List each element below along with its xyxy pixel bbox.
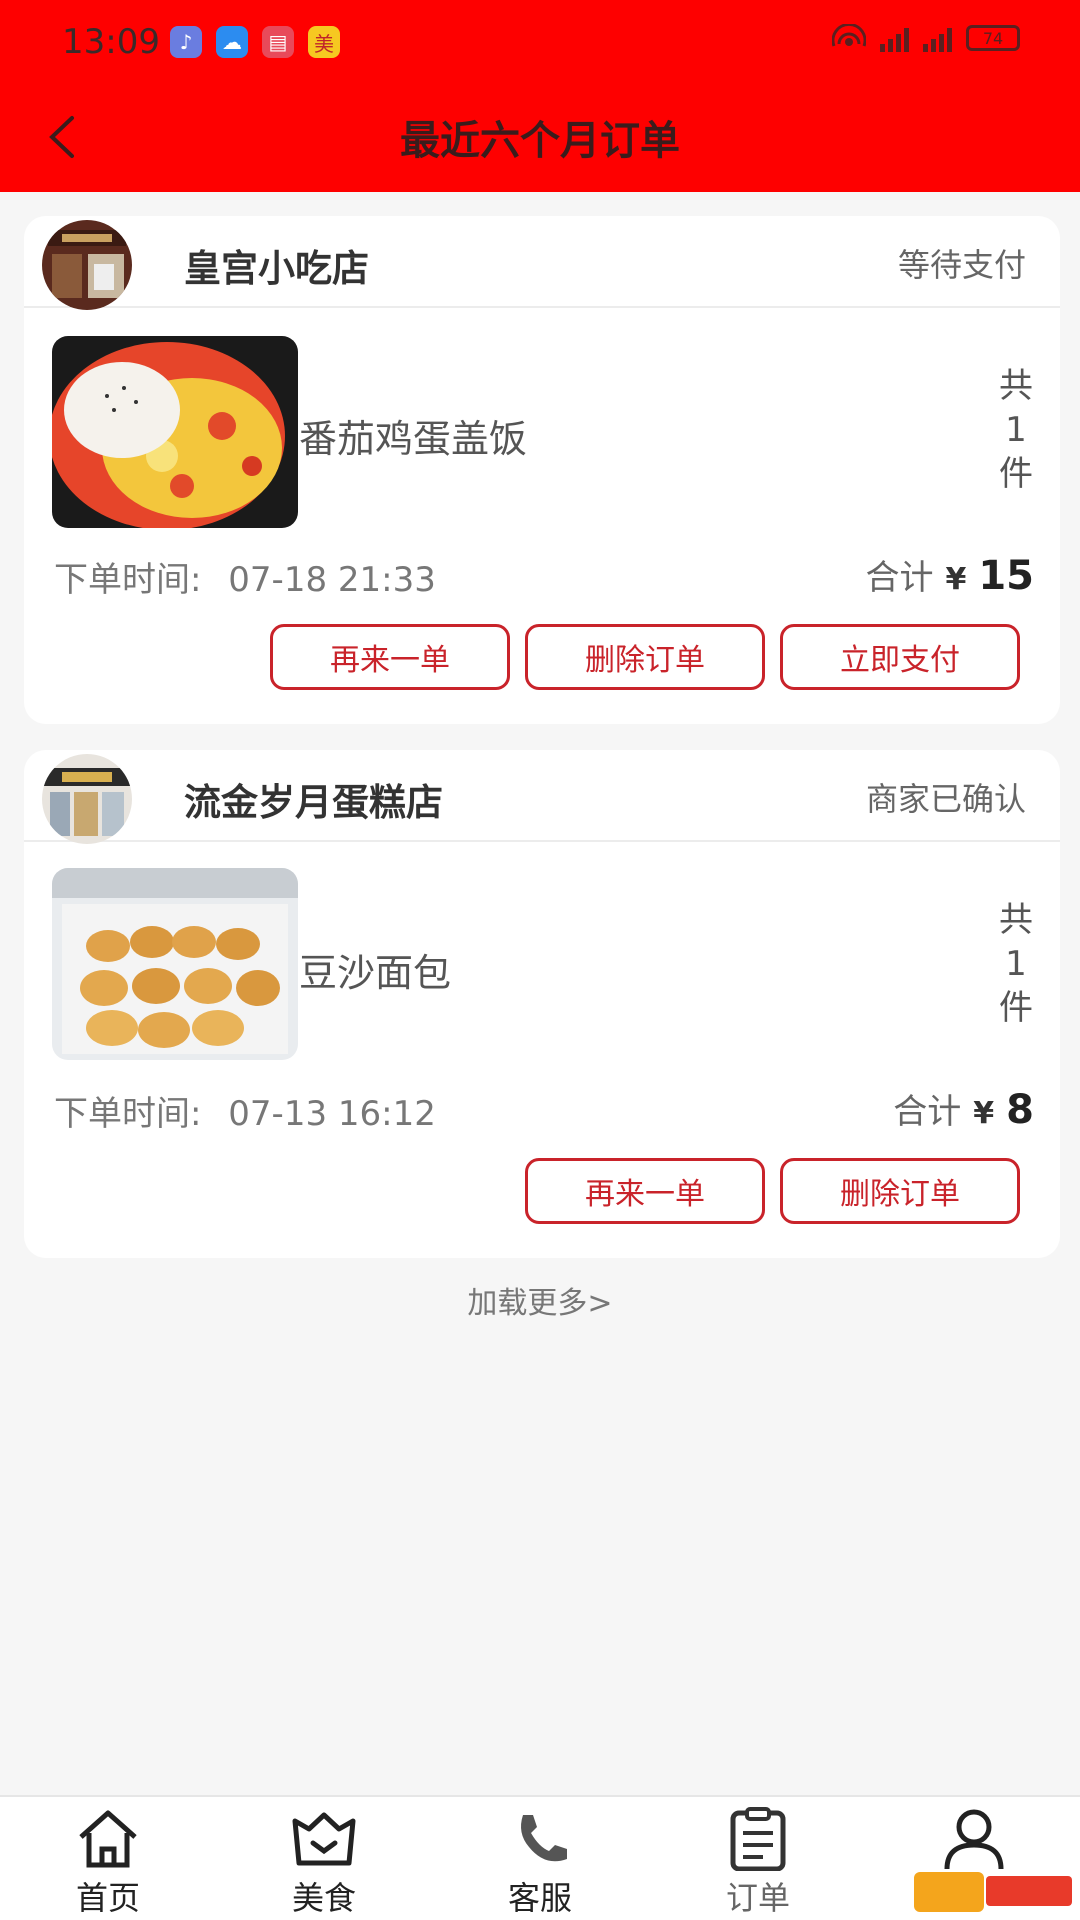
total-amount: 15 <box>978 553 1034 599</box>
order-time-value: 07-13 16:12 <box>228 1094 436 1134</box>
order-status: 商家已确认 <box>865 780 1026 818</box>
item-count-prefix: 共 <box>999 366 1033 406</box>
total-amount: 8 <box>1006 1087 1034 1133</box>
status-indicators: 74 <box>832 24 1020 52</box>
signal-1-icon <box>880 24 909 52</box>
delete-order-button[interactable]: 删除订单 <box>780 1158 1020 1224</box>
item-count: 共 1 件 <box>994 364 1038 496</box>
item-count-number: 1 <box>1005 410 1027 450</box>
reorder-button[interactable]: 再来一单 <box>270 624 510 690</box>
order-time: 下单时间: 07-13 16:12 <box>54 1086 436 1135</box>
order-card-header: 皇宫小吃店 等待支付 <box>24 216 1060 310</box>
signal-2-icon <box>923 24 952 52</box>
nav-home-label: 首页 <box>75 1879 140 1917</box>
item-image <box>52 868 298 1060</box>
nav-food[interactable]: 美食 <box>254 1807 394 1917</box>
page-title: 最近六个月订单 <box>400 118 680 164</box>
nav-home[interactable]: 首页 <box>38 1807 178 1917</box>
food-icon <box>292 1812 356 1866</box>
item-count-prefix: 共 <box>999 900 1033 940</box>
nav-food-label: 美食 <box>291 1879 356 1917</box>
watermark-logo <box>914 1872 1072 1912</box>
status-app-icons: ♪ ☁ ▤ 美 <box>170 26 340 58</box>
order-total: 合计 ¥ 15 <box>865 550 1034 599</box>
order-icon <box>730 1807 786 1871</box>
order-total: 合计 ¥ 8 <box>893 1084 1034 1133</box>
music-app-icon: ♪ <box>170 26 202 58</box>
nav-orders[interactable]: 订单 <box>688 1807 828 1917</box>
reorder-button[interactable]: 再来一单 <box>525 1158 765 1224</box>
user-icon <box>944 1809 1004 1870</box>
shop-avatar <box>42 754 132 844</box>
item-count-unit: 件 <box>999 988 1033 1028</box>
status-bar: 13:09 ♪ ☁ ▤ 美 74 <box>0 0 1080 84</box>
nav-service[interactable]: 客服 <box>470 1807 610 1917</box>
app-header: 13:09 ♪ ☁ ▤ 美 74 最近六个月订单 <box>0 0 1080 192</box>
item-count: 共 1 件 <box>994 898 1038 1030</box>
currency-symbol: ¥ <box>945 562 967 597</box>
weather-app-icon: ☁ <box>216 26 248 58</box>
item-name: 豆沙面包 <box>299 951 452 995</box>
load-more-link[interactable]: 加载更多> <box>0 1278 1080 1322</box>
bottom-nav: 首页 美食 客服 订单 <box>0 1795 1080 1920</box>
meituan-app-icon: 美 <box>308 26 340 58</box>
total-label: 合计 <box>865 558 934 598</box>
item-image <box>52 336 298 528</box>
nav-service-label: 客服 <box>507 1879 572 1917</box>
order-time-label: 下单时间: <box>54 1094 202 1134</box>
nav-orders-label: 订单 <box>725 1879 790 1917</box>
order-time-label: 下单时间: <box>54 560 202 600</box>
order-card[interactable]: 皇宫小吃店 等待支付 番茄鸡蛋盖饭 共 1 件 下单时间: 07-18 21:3… <box>24 216 1060 724</box>
item-name: 番茄鸡蛋盖饭 <box>299 417 528 461</box>
order-card-header: 流金岁月蛋糕店 商家已确认 <box>24 750 1060 844</box>
delete-order-button[interactable]: 删除订单 <box>525 624 765 690</box>
home-icon <box>79 1810 137 1868</box>
status-time: 13:09 <box>62 22 160 62</box>
order-time: 下单时间: 07-18 21:33 <box>54 552 436 601</box>
battery-icon: 74 <box>966 25 1020 51</box>
order-time-value: 07-18 21:33 <box>228 560 436 600</box>
shop-name: 流金岁月蛋糕店 <box>184 781 443 824</box>
item-count-unit: 件 <box>999 454 1033 494</box>
order-card[interactable]: 流金岁月蛋糕店 商家已确认 豆沙面包 共 1 件 下单时间: 07-13 16:… <box>24 750 1060 1258</box>
order-status: 等待支付 <box>897 246 1026 284</box>
total-label: 合计 <box>893 1092 962 1132</box>
item-count-number: 1 <box>1005 944 1027 984</box>
hotspot-icon <box>832 24 866 47</box>
shop-avatar <box>42 220 132 310</box>
phone-icon <box>521 1815 567 1862</box>
shop-name: 皇宫小吃店 <box>184 247 369 290</box>
book-app-icon: ▤ <box>262 26 294 58</box>
currency-symbol: ¥ <box>973 1096 995 1131</box>
pay-now-button[interactable]: 立即支付 <box>780 624 1020 690</box>
